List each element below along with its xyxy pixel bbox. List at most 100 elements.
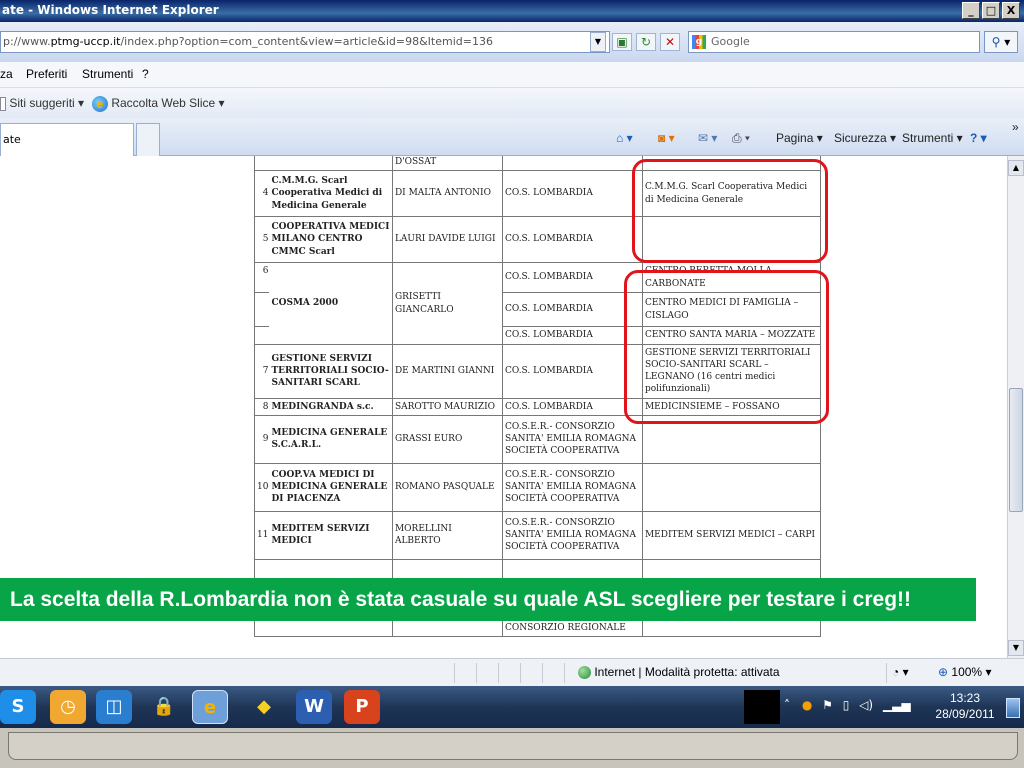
scroll-up-icon[interactable]: ▲ <box>1008 160 1024 176</box>
security-menu[interactable]: Sicurezza ▾ <box>834 131 896 145</box>
address-path: /index.php?option=com_content&view=artic… <box>120 35 493 48</box>
help-icon[interactable]: ? ▾ <box>970 131 987 145</box>
clock[interactable]: 13:23 28/09/2011 <box>930 690 1000 722</box>
page-menu[interactable]: Pagina ▾ <box>776 131 823 145</box>
outlook-icon[interactable]: ◫ <box>96 690 132 724</box>
close-button[interactable]: X <box>1002 2 1020 19</box>
new-tab-button[interactable] <box>136 123 160 156</box>
scroll-thumb[interactable] <box>1009 388 1023 512</box>
cell-name: COOPERATIVA MEDICI MILANO CENTRO CMMC Sc… <box>269 216 393 263</box>
table-row: CONSORZIO REGIONALE <box>254 618 821 637</box>
flag-icon[interactable]: ⚑ <box>822 698 833 712</box>
cell-president: GRISETTI GIANCARLO <box>391 262 503 345</box>
folder-icon[interactable]: ◆ <box>246 690 282 724</box>
internet-explorer-icon[interactable]: e <box>192 690 228 724</box>
favorites-bar: Siti suggeriti ▾ e Raccolta Web Slice ▾ <box>0 88 1024 118</box>
menu-item-tools[interactable]: Strumenti <box>82 67 133 81</box>
tools-menu[interactable]: Strumenti ▾ <box>902 131 963 145</box>
word-icon[interactable]: W <box>296 690 332 724</box>
menu-item-favorites[interactable]: Preferiti <box>26 67 67 81</box>
cell-president: GRASSI EURO <box>391 414 503 464</box>
cell-region: CO.S. LOMBARDIA <box>501 397 643 416</box>
cell-num: 8 <box>254 397 270 416</box>
cell-president: LAURI DAVIDE LUIGI <box>391 216 503 263</box>
cell-num: 4 <box>254 170 270 217</box>
protected-mode-icon[interactable]: ◔ ▾ <box>892 665 909 679</box>
address-input[interactable]: p://www.ptmg-uccp.it/index.php?option=co… <box>0 31 610 53</box>
window-title: ate - Windows Internet Explorer <box>2 3 219 17</box>
page-icon <box>0 96 6 111</box>
cell-name: COOP.VA MEDICI DI MEDICINA GENERALE DI P… <box>269 462 393 512</box>
zoom-level: 100% <box>951 665 983 679</box>
cell-president: MORELLINI ALBERTO <box>391 510 503 560</box>
home-icon[interactable]: ⌂ ▾ <box>616 131 633 145</box>
cell-region: CO.S.E.R.- CONSORZIO SANITA' EMILIA ROMA… <box>501 510 643 560</box>
monitor-frame <box>0 728 1024 768</box>
refresh-icon[interactable]: ↻ <box>636 33 656 51</box>
battery-icon[interactable]: ▯ <box>843 698 850 712</box>
cell-president: DE MARTINI GIANNI <box>391 344 503 399</box>
show-hidden-icon[interactable]: ˄ <box>784 698 790 712</box>
suggested-sites-link[interactable]: Siti suggeriti ▾ <box>0 96 84 111</box>
vertical-scrollbar[interactable]: ▲ ▼ <box>1007 156 1024 658</box>
cell-name: COSMA 2000 <box>269 262 393 345</box>
powerpoint-icon[interactable]: P <box>344 690 380 724</box>
menu-bar: za Preferiti Strumenti ? <box>0 62 1024 88</box>
screen: ate - Windows Internet Explorer _ □ X p:… <box>0 0 1024 768</box>
caption-banner: La scelta della R.Lombardia non è stata … <box>0 578 976 621</box>
cell-name: C.M.M.G. Scarl Cooperativa Medici di Med… <box>269 170 393 217</box>
compatibility-icon[interactable]: ▣ <box>612 33 632 51</box>
stop-icon[interactable]: ✕ <box>660 33 680 51</box>
cell-region: CO.S. LOMBARDIA <box>501 326 643 345</box>
cell-president: D'OSSAT <box>391 156 503 171</box>
address-dropdown-button[interactable]: ▼ <box>590 32 606 52</box>
cell-president: DI MALTA ANTONIO <box>391 170 503 217</box>
tab-current[interactable]: ate <box>0 123 134 156</box>
zoom-control[interactable]: ⊕ 100% ▾ <box>938 665 991 679</box>
scroll-down-icon[interactable]: ▼ <box>1008 640 1024 656</box>
print-icon[interactable]: ⎙ ▾ <box>732 131 750 146</box>
highlight-box-2 <box>624 270 829 424</box>
title-bar: ate - Windows Internet Explorer _ □ X <box>0 0 1024 22</box>
network-icon[interactable]: ▁▃▅ <box>883 698 911 712</box>
table-row: 11 MEDITEM SERVIZI MEDICI MORELLINI ALBE… <box>254 510 821 560</box>
cell-name: … <box>269 156 393 171</box>
clock-time: 13:23 <box>949 691 981 705</box>
highlight-box-1 <box>632 159 828 263</box>
menu-item-help[interactable]: ? <box>142 67 149 81</box>
lock-icon[interactable]: 🔒 <box>146 690 182 724</box>
search-icon: ⚲ <box>991 35 1001 49</box>
show-desktop-button[interactable] <box>1006 698 1020 718</box>
search-button[interactable]: ⚲ ▾ <box>984 31 1018 53</box>
google-logo-icon: g <box>692 35 706 49</box>
security-tray-icon[interactable]: ● <box>802 698 812 712</box>
cell-region: CO.S. LOMBARDIA <box>501 170 643 217</box>
cell-region: CO.S. LOMBARDIA <box>501 262 643 293</box>
cell-region: CO.S.E.R.- CONSORZIO SANITA' EMILIA ROMA… <box>501 414 643 464</box>
globe-icon <box>578 666 591 680</box>
search-input[interactable]: Google <box>688 31 980 53</box>
address-row: p://www.ptmg-uccp.it/index.php?option=co… <box>0 22 1024 62</box>
status-bar: Internet | Modalità protetta: attivata ◔… <box>0 658 1024 686</box>
address-domain: ptmg-uccp.it <box>50 35 121 48</box>
zoom-icon: ⊕ <box>938 665 949 679</box>
feeds-icon[interactable]: ◙ ▾ <box>658 131 675 145</box>
cell-centers <box>641 462 821 512</box>
web-slice-gallery-link[interactable]: e Raccolta Web Slice ▾ <box>92 96 225 112</box>
tray-black-window[interactable] <box>744 690 780 724</box>
volume-icon[interactable]: ◁) <box>859 698 873 712</box>
cell-region: CO.S. LOMBARDIA <box>501 216 643 263</box>
menu-item-view[interactable]: za <box>0 67 13 81</box>
security-zone-label: Internet | Modalità protetta: attivata <box>594 665 780 679</box>
minimize-button[interactable]: _ <box>962 2 980 19</box>
mail-icon[interactable]: ✉ ▾ <box>698 131 717 145</box>
cell-region: CONSORZIO REGIONALE <box>501 618 643 637</box>
maximize-button[interactable]: □ <box>982 2 1000 19</box>
cell-name: GESTIONE SERVIZI TERRITORIALI SOCIO-SANI… <box>269 344 393 399</box>
cell-num: 7 <box>254 344 270 399</box>
skype-icon[interactable]: S <box>0 690 36 724</box>
scheduler-icon[interactable]: ◷ <box>50 690 86 724</box>
security-zone[interactable]: Internet | Modalità protetta: attivata <box>578 665 780 680</box>
chevron-more-icon[interactable]: » <box>1012 120 1019 134</box>
taskbar: S ◷ ◫ 🔒 e ◆ W P ˄ ● ⚑ ▯ ◁) ▁▃▅ 13:23 28/… <box>0 686 1024 728</box>
